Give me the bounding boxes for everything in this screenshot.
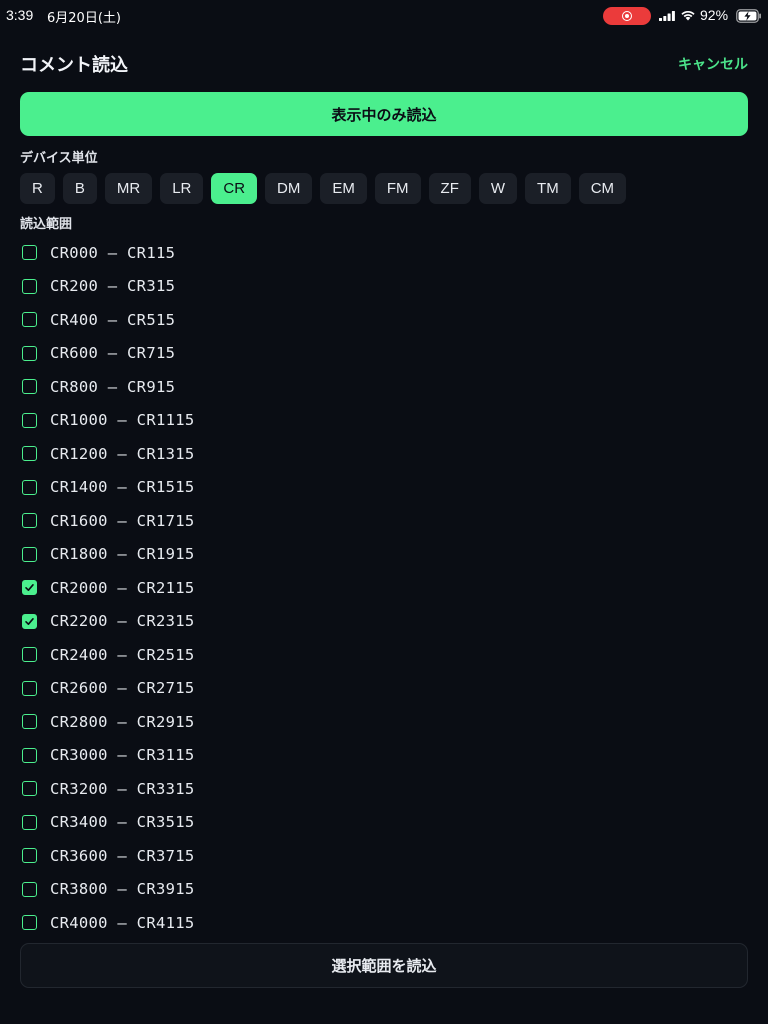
range-item[interactable]: CR1000 – CR1115 bbox=[20, 404, 748, 438]
range-item[interactable]: CR3200 – CR3315 bbox=[20, 772, 748, 806]
range-label: CR2600 – CR2715 bbox=[50, 679, 195, 698]
checkmark-icon bbox=[25, 617, 34, 625]
range-label: CR3000 – CR3115 bbox=[50, 746, 195, 765]
range-item[interactable]: CR2600 – CR2715 bbox=[20, 672, 748, 706]
status-date: 6月20日(土) bbox=[47, 11, 121, 26]
device-chip-mr[interactable]: MR bbox=[104, 173, 153, 204]
range-checkbox[interactable] bbox=[22, 412, 37, 428]
range-item[interactable]: CR2800 – CR2915 bbox=[20, 705, 748, 739]
range-checkbox[interactable] bbox=[22, 915, 37, 931]
range-item[interactable]: CR1400 – CR1515 bbox=[20, 471, 748, 505]
device-chip-fm[interactable]: FM bbox=[374, 173, 421, 204]
page-title: コメント読込 bbox=[20, 55, 128, 76]
range-item[interactable]: CR600 – CR715 bbox=[20, 337, 748, 371]
range-checkbox[interactable] bbox=[22, 647, 37, 663]
range-item[interactable]: CR3600 – CR3715 bbox=[20, 839, 748, 873]
checkmark-icon bbox=[25, 584, 34, 592]
load-visible-only-button[interactable]: 表示中のみ読込 bbox=[20, 92, 748, 136]
cancel-button[interactable]: キャンセル bbox=[678, 54, 748, 74]
device-chip-zf[interactable]: ZF bbox=[428, 173, 471, 204]
range-label: CR3800 – CR3915 bbox=[50, 880, 195, 899]
range-label: CR2200 – CR2315 bbox=[50, 612, 195, 631]
range-item[interactable]: CR200 – CR315 bbox=[20, 270, 748, 304]
range-label: CR4000 – CR4115 bbox=[50, 913, 195, 932]
range-checkbox[interactable] bbox=[22, 848, 37, 864]
range-item[interactable]: CR3000 – CR3115 bbox=[20, 739, 748, 773]
range-checkbox[interactable] bbox=[22, 814, 37, 830]
range-label: CR1000 – CR1115 bbox=[50, 411, 195, 430]
range-item[interactable]: CR1800 – CR1915 bbox=[20, 538, 748, 572]
range-checkbox[interactable] bbox=[22, 881, 37, 897]
range-item[interactable]: CR2400 – CR2515 bbox=[20, 638, 748, 672]
range-list: CR000 – CR115 CR200 – CR315 CR400 – CR515 C… bbox=[20, 236, 748, 940]
load-selected-range-button[interactable]: 選択範囲を読込 bbox=[20, 943, 748, 988]
range-checkbox[interactable] bbox=[22, 312, 37, 328]
range-label: CR2800 – CR2915 bbox=[50, 712, 195, 731]
range-checkbox[interactable] bbox=[22, 580, 37, 596]
device-chip-tm[interactable]: TM bbox=[525, 173, 571, 204]
wifi-icon bbox=[681, 10, 695, 21]
range-item[interactable]: CR2200 – CR2315 bbox=[20, 605, 748, 639]
device-chip-cr[interactable]: CR bbox=[211, 173, 258, 204]
record-icon bbox=[622, 11, 632, 21]
range-label: CR800 – CR915 bbox=[50, 377, 176, 396]
range-item[interactable]: CR400 – CR515 bbox=[20, 303, 748, 337]
device-chip-cm[interactable]: CM bbox=[578, 173, 627, 204]
range-label: CR3400 – CR3515 bbox=[50, 813, 195, 832]
cellular-signal-icon bbox=[659, 11, 675, 21]
device-chip-b[interactable]: B bbox=[62, 173, 97, 204]
status-time: 3:39 bbox=[6, 7, 34, 23]
range-item[interactable]: CR2000 – CR2115 bbox=[20, 571, 748, 605]
screen-record-indicator[interactable] bbox=[603, 7, 651, 25]
range-checkbox[interactable] bbox=[22, 345, 37, 361]
range-label: CR1200 – CR1315 bbox=[50, 444, 195, 463]
range-item[interactable]: CR000 – CR115 bbox=[20, 236, 748, 270]
range-checkbox[interactable] bbox=[22, 513, 37, 529]
range-checkbox[interactable] bbox=[22, 446, 37, 462]
device-chip-em[interactable]: EM bbox=[320, 173, 367, 204]
range-checkbox[interactable] bbox=[22, 546, 37, 562]
range-item[interactable]: CR800 – CR915 bbox=[20, 370, 748, 404]
device-chip-r[interactable]: R bbox=[20, 173, 55, 204]
range-label: CR200 – CR315 bbox=[50, 277, 176, 296]
range-label: CR600 – CR715 bbox=[50, 344, 176, 363]
range-label: CR2000 – CR2115 bbox=[50, 578, 195, 597]
range-checkbox[interactable] bbox=[22, 379, 37, 395]
range-item[interactable]: CR1600 – CR1715 bbox=[20, 504, 748, 538]
range-label: CR1400 – CR1515 bbox=[50, 478, 195, 497]
read-range-label: 読込範囲 bbox=[20, 217, 73, 232]
range-checkbox[interactable] bbox=[22, 680, 37, 696]
range-label: CR1800 – CR1915 bbox=[50, 545, 195, 564]
range-item[interactable]: CR3400 – CR3515 bbox=[20, 806, 748, 840]
device-chip-dm[interactable]: DM bbox=[265, 173, 313, 204]
device-selector: R B MR LR CR DM EM FM ZF W TM CM bbox=[20, 173, 627, 204]
device-chip-lr[interactable]: LR bbox=[160, 173, 204, 204]
range-checkbox[interactable] bbox=[22, 245, 37, 261]
range-checkbox[interactable] bbox=[22, 747, 37, 763]
range-item[interactable]: CR3800 – CR3915 bbox=[20, 873, 748, 907]
status-bar: 3:39 6月20日(土) 92% bbox=[0, 0, 768, 32]
range-item[interactable]: CR1200 – CR1315 bbox=[20, 437, 748, 471]
device-chip-w[interactable]: W bbox=[478, 173, 518, 204]
range-checkbox[interactable] bbox=[22, 714, 37, 730]
range-checkbox[interactable] bbox=[22, 781, 37, 797]
range-label: CR3200 – CR3315 bbox=[50, 779, 195, 798]
range-checkbox[interactable] bbox=[22, 613, 37, 629]
range-label: CR400 – CR515 bbox=[50, 310, 176, 329]
range-label: CR1600 – CR1715 bbox=[50, 511, 195, 530]
battery-percent: 92% bbox=[700, 7, 729, 23]
battery-charging-icon bbox=[736, 9, 761, 23]
range-item[interactable]: CR4000 – CR4115 bbox=[20, 906, 748, 940]
device-unit-label: デバイス単位 bbox=[20, 151, 98, 166]
range-label: CR000 – CR115 bbox=[50, 243, 176, 262]
range-checkbox[interactable] bbox=[22, 479, 37, 495]
range-label: CR3600 – CR3715 bbox=[50, 846, 195, 865]
range-checkbox[interactable] bbox=[22, 278, 37, 294]
range-label: CR2400 – CR2515 bbox=[50, 645, 195, 664]
